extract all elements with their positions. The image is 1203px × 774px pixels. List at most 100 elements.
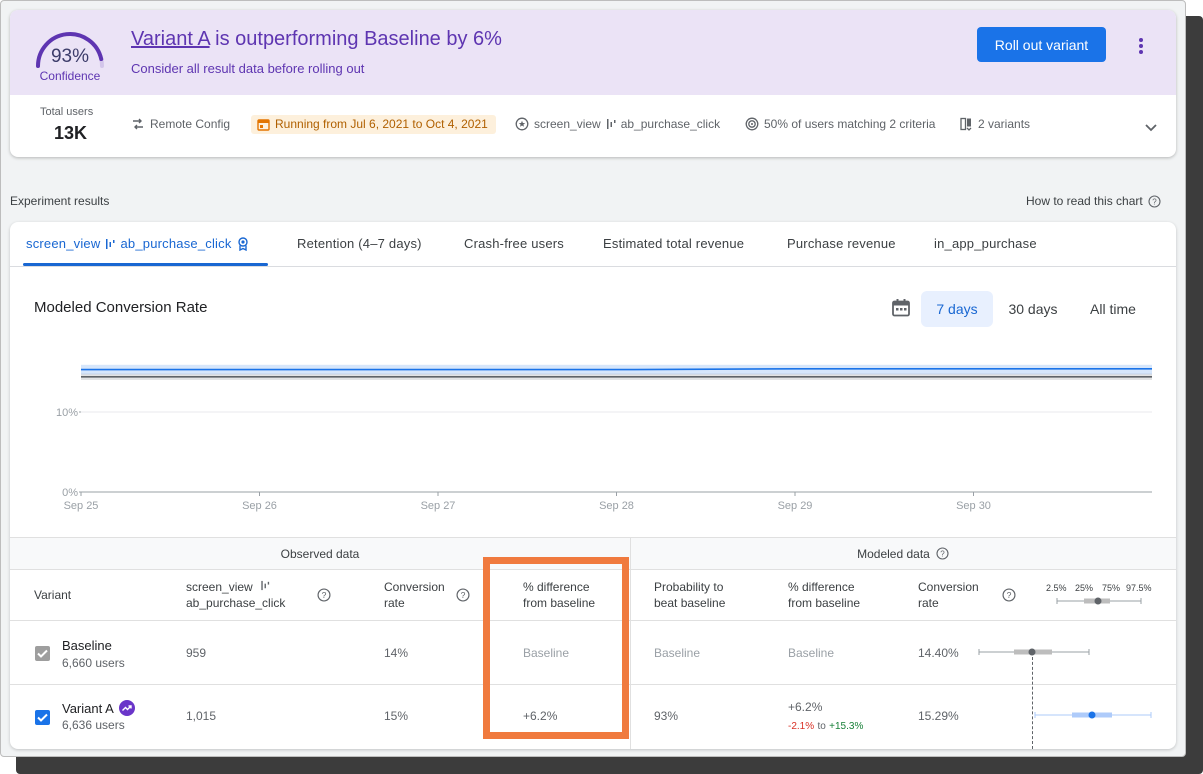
targeting-label: 50% of users matching 2 criteria bbox=[764, 117, 936, 131]
badge-icon bbox=[237, 236, 248, 251]
event-bars-icon bbox=[606, 119, 616, 129]
variant-name-label: Variant A bbox=[62, 700, 114, 716]
quantile-legend-glyph bbox=[1056, 597, 1142, 605]
remote-config-chip: Remote Config bbox=[131, 117, 230, 131]
col-modeled-difference-l2: from baseline bbox=[788, 596, 861, 610]
goal-event-b: ab_purchase_click bbox=[620, 117, 721, 131]
calendar-icon bbox=[257, 118, 270, 131]
modeled-data-label: Modeled data bbox=[857, 546, 930, 561]
col-modeled-difference: % difference from baseline bbox=[788, 579, 860, 611]
goal-events-chip: screen_view ab_purchase_click bbox=[515, 117, 720, 131]
y-tick-label: 0% bbox=[62, 487, 78, 499]
svg-text:?: ? bbox=[322, 590, 327, 600]
experiment-results-heading: Experiment results bbox=[10, 194, 110, 208]
x-tick-label: Sep 28 bbox=[599, 500, 634, 512]
total-users-label: Total users bbox=[40, 106, 94, 118]
col-probability: Probability to beat baseline bbox=[654, 579, 725, 611]
series-line bbox=[81, 367, 1152, 371]
probability: 93% bbox=[654, 709, 679, 723]
col-event-b: ab_purchase_click bbox=[186, 596, 286, 610]
event-bars-icon bbox=[261, 580, 270, 591]
metric-tabs: screen_view ab_purchase_click Retention … bbox=[10, 222, 1176, 267]
conversion-rate: 14% bbox=[384, 646, 409, 660]
more-options-icon[interactable] bbox=[1132, 34, 1150, 58]
goal-event-a: screen_view bbox=[534, 117, 601, 131]
event-count: 1,015 bbox=[186, 709, 217, 723]
observed-data-label: Observed data bbox=[280, 546, 360, 561]
help-icon[interactable]: ? bbox=[936, 547, 949, 560]
tab-retention[interactable]: Retention (4–7 days) bbox=[297, 236, 422, 251]
quantile-legend: 2.5% 25% 75% 97.5% bbox=[1046, 583, 1156, 607]
tab-label-event-a: screen_view bbox=[26, 236, 101, 251]
quantile-2-5: 2.5% bbox=[1046, 583, 1067, 593]
highlight-box bbox=[483, 557, 629, 739]
star-circle-icon bbox=[515, 117, 529, 131]
tab-screen-view-purchase-click[interactable]: screen_view ab_purchase_click bbox=[26, 236, 249, 251]
y-tick-label: 10% bbox=[56, 407, 78, 419]
modeled-data-header: Modeled data ? bbox=[630, 537, 1176, 570]
svg-text:?: ? bbox=[940, 550, 945, 559]
trending-up-icon bbox=[118, 700, 135, 716]
help-icon[interactable]: ? bbox=[456, 588, 470, 602]
modeled-difference: +6.2% bbox=[788, 700, 823, 714]
baseline-checkbox[interactable] bbox=[35, 646, 50, 661]
col-modeled-difference-l1: % difference bbox=[788, 580, 855, 594]
experiment-info-bar: Total users 13K Remote Config Running fr… bbox=[10, 95, 1176, 157]
remote-config-label: Remote Config bbox=[150, 117, 231, 131]
col-modeled-conversion-l2: rate bbox=[918, 596, 939, 610]
total-users-value: 13K bbox=[54, 123, 88, 143]
variant-a-checkbox[interactable] bbox=[35, 710, 50, 725]
x-tick-label: Sep 27 bbox=[421, 500, 456, 512]
tab-estimated-total-revenue[interactable]: Estimated total revenue bbox=[603, 236, 744, 251]
running-dates-chip: Running from Jul 6, 2021 to Oct 4, 2021 bbox=[251, 115, 496, 134]
result-headline: Variant A is outperforming Baseline by 6… bbox=[131, 28, 502, 51]
ci-high: +15.3% bbox=[829, 721, 864, 732]
x-tick-label: Sep 29 bbox=[778, 500, 813, 512]
remote-config-icon bbox=[133, 118, 143, 130]
tab-label-event-b: ab_purchase_click bbox=[120, 236, 232, 251]
help-icon[interactable]: ? bbox=[317, 588, 331, 602]
col-probability-l1: Probability to bbox=[654, 580, 724, 594]
chevron-down-icon[interactable] bbox=[1144, 123, 1158, 132]
modeled-difference: Baseline bbox=[788, 646, 835, 660]
event-count: 959 bbox=[186, 646, 207, 660]
help-icon: ? bbox=[1148, 194, 1161, 208]
col-variant: Variant bbox=[34, 588, 72, 602]
conversion-rate: 15% bbox=[384, 709, 409, 723]
target-icon bbox=[745, 117, 759, 131]
confidence-interval: -2.1% to +15.3% bbox=[788, 718, 863, 732]
running-dates-label: Running from Jul 6, 2021 to Oct 4, 2021 bbox=[275, 117, 488, 131]
roll-out-variant-button[interactable]: Roll out variant bbox=[977, 27, 1106, 62]
svg-text:?: ? bbox=[1007, 590, 1012, 600]
variants-chip: 2 variants bbox=[959, 117, 1030, 131]
range-7-days-button[interactable]: 7 days bbox=[921, 291, 993, 327]
col-modeled-conversion: Conversion rate bbox=[918, 579, 979, 611]
variant-name: Baseline bbox=[62, 638, 112, 653]
range-30-days-button[interactable]: 30 days bbox=[997, 291, 1069, 327]
active-tab-indicator bbox=[23, 263, 268, 266]
col-modeled-conversion-l1: Conversion bbox=[918, 580, 979, 594]
ci-to: to bbox=[817, 721, 826, 732]
col-conversion-rate-l1: Conversion bbox=[384, 580, 445, 594]
calendar-icon[interactable] bbox=[891, 298, 911, 318]
variant-distribution-glyph bbox=[1034, 711, 1152, 719]
targeting-chip: 50% of users matching 2 criteria bbox=[745, 117, 935, 131]
x-tick-label: Sep 25 bbox=[64, 500, 99, 512]
tab-crash-free-users[interactable]: Crash-free users bbox=[464, 236, 564, 251]
tab-in-app-purchase[interactable]: in_app_purchase bbox=[934, 236, 1037, 251]
confidence-label: Confidence bbox=[39, 69, 101, 83]
check-icon bbox=[37, 649, 48, 658]
confidence-value: 93% bbox=[50, 46, 90, 67]
tab-purchase-revenue[interactable]: Purchase revenue bbox=[787, 236, 896, 251]
range-all-time-button[interactable]: All time bbox=[1076, 291, 1150, 327]
svg-text:?: ? bbox=[461, 590, 466, 600]
help-icon[interactable]: ? bbox=[1002, 588, 1016, 602]
quantile-75: 75% bbox=[1102, 583, 1121, 593]
x-tick-label: Sep 26 bbox=[242, 500, 277, 512]
how-to-read-link[interactable]: How to read this chart ? bbox=[1026, 194, 1161, 208]
variant-link[interactable]: Variant A bbox=[131, 28, 210, 50]
variant-users: 6,636 users bbox=[62, 718, 125, 732]
check-icon bbox=[37, 713, 48, 722]
quantile-25: 25% bbox=[1075, 583, 1094, 593]
how-to-read-label: How to read this chart bbox=[1026, 194, 1143, 208]
